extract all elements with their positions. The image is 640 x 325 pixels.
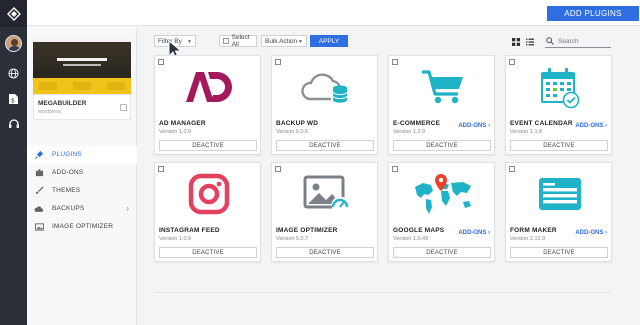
deactivate-button[interactable]: DEACTIVE (510, 247, 608, 258)
sidebar-item-image-optimizer[interactable]: IMAGE OPTIMIZER (27, 218, 137, 235)
add-ons-link[interactable]: ADD-ONS › (458, 230, 490, 236)
cloud-icon (34, 204, 44, 214)
document-money-icon[interactable]: $ (7, 92, 20, 105)
select-all-label: Select All (231, 34, 250, 48)
sidebar-item-label: ADD-ONS (52, 169, 84, 176)
plugin-card: E-COMMERCE Version 1.2.9 ADD-ONS › DEACT… (388, 55, 495, 155)
top-bar: ADD PLUGINS (27, 0, 640, 26)
globe-icon[interactable] (7, 67, 20, 80)
deactivate-button[interactable]: DEACTIVE (510, 140, 608, 151)
world-map-icon (389, 169, 496, 219)
list-view-icon[interactable] (525, 37, 534, 46)
apply-button[interactable]: APPLY (310, 35, 348, 47)
add-ons-link[interactable]: ADD-ONS › (458, 123, 490, 129)
calendar-icon (506, 62, 613, 112)
plugin-card: FORM MAKER Version 2.12.9 ADD-ONS › DEAC… (505, 162, 612, 262)
plug-icon (34, 150, 44, 160)
plugin-version: Version 1.2.9 (393, 129, 426, 135)
ad-manager-icon (155, 62, 262, 112)
caret-down-icon: ▼ (298, 39, 303, 45)
sidebar-item-add-ons[interactable]: ADD-ONS (27, 164, 137, 181)
sidebar-item-plugins[interactable]: PLUGINS (27, 146, 137, 163)
plugin-name: FORM MAKER (510, 227, 557, 234)
plugin-name: EVENT CALENDAR (510, 120, 573, 127)
deactivate-button[interactable]: DEACTIVE (393, 140, 491, 151)
checkbox-box (223, 38, 229, 44)
divider (154, 292, 611, 293)
plugin-name: AD MANAGER (159, 120, 206, 127)
brush-icon (34, 186, 44, 196)
site-checkbox[interactable] (120, 104, 127, 111)
deactivate-button[interactable]: DEACTIVE (276, 140, 374, 151)
bulk-action-label: Bulk Action (265, 37, 298, 45)
search-box (545, 35, 611, 48)
deactivate-button[interactable]: DEACTIVE (159, 140, 257, 151)
add-plugins-button[interactable]: ADD PLUGINS (547, 6, 639, 21)
plugin-card: EVENT CALENDAR Version 1.1.8 ADD-ONS › D… (505, 55, 612, 155)
sidebar-item-label: BACKUPS (52, 205, 85, 212)
caret-down-icon: ▼ (187, 39, 192, 45)
sidebar-item-label: IMAGE OPTIMIZER (52, 223, 114, 230)
puzzle-icon (34, 168, 44, 178)
svg-text:$: $ (11, 97, 15, 104)
site-card: MEGABUILDER wordpress (33, 94, 131, 120)
app-logo[interactable] (0, 0, 27, 27)
plugin-card: IMAGE OPTIMIZER Version 5.0.7 DEACTIVE (271, 162, 378, 262)
plugin-version: Version 5.0.7 (276, 236, 309, 242)
instagram-icon (155, 169, 262, 219)
search-input[interactable] (558, 37, 610, 45)
plugin-name: INSTAGRAM FEED (159, 227, 220, 234)
image-optimizer-icon (272, 169, 379, 219)
shopping-cart-icon (389, 62, 496, 112)
plugin-name: GOOGLE MAPS (393, 227, 445, 234)
avatar[interactable] (5, 35, 22, 52)
grid-view-icon[interactable] (511, 37, 520, 46)
app-rail: $ (0, 0, 27, 325)
toolbar: Filter By ▼ Select All Bulk Action ▼ APP… (137, 27, 640, 54)
site-name: MEGABUILDER (38, 100, 87, 107)
plugin-version: Version 2.12.9 (510, 236, 546, 242)
form-icon (506, 169, 613, 219)
bulk-action-dropdown[interactable]: Bulk Action ▼ (261, 35, 307, 47)
search-icon (545, 37, 554, 46)
diamond-logo-icon (6, 6, 21, 21)
plugin-card: INSTAGRAM FEED Version 1.0.9 DEACTIVE (154, 162, 261, 262)
plugin-name: BACKUP WD (276, 120, 319, 127)
site-preview-thumbnail[interactable] (33, 37, 131, 94)
deactivate-button[interactable]: DEACTIVE (393, 247, 491, 258)
plugin-name: E-COMMERCE (393, 120, 441, 127)
plugin-version: Version 1.0.9 (159, 236, 192, 242)
plugin-name: IMAGE OPTIMIZER (276, 227, 338, 234)
site-subtitle: wordpress (38, 109, 62, 115)
deactivate-button[interactable]: DEACTIVE (159, 247, 257, 258)
sidebar-item-label: THEMES (52, 187, 81, 194)
side-panel: MEGABUILDER wordpress PLUGINS ADD-ONS TH… (27, 27, 137, 325)
add-ons-link[interactable]: ADD-ONS › (575, 123, 607, 129)
add-ons-link[interactable]: ADD-ONS › (575, 230, 607, 236)
plugin-version: Version 1.1.8 (510, 129, 543, 135)
sidebar-item-label: PLUGINS (52, 151, 82, 158)
plugin-card: GOOGLE MAPS Version 1.0.49 ADD-ONS › DEA… (388, 162, 495, 262)
deactivate-button[interactable]: DEACTIVE (276, 247, 374, 258)
select-all-checkbox[interactable]: Select All (219, 34, 257, 48)
plugin-version: Version 1.0.9 (159, 129, 192, 135)
sidebar-item-themes[interactable]: THEMES (27, 182, 137, 199)
plugin-version: Version 1.0.49 (393, 236, 429, 242)
plugin-card: AD MANAGER Version 1.0.9 DEACTIVE (154, 55, 261, 155)
support-headset-icon[interactable] (7, 117, 20, 130)
plugin-card: BACKUP WD Version 5.0.6 DEACTIVE (271, 55, 378, 155)
cloud-database-icon (272, 62, 379, 112)
sidebar-item-backups[interactable]: BACKUPS › (27, 200, 137, 217)
plugin-version: Version 5.0.6 (276, 129, 309, 135)
image-icon (34, 222, 44, 232)
chevron-right-icon: › (126, 204, 129, 213)
